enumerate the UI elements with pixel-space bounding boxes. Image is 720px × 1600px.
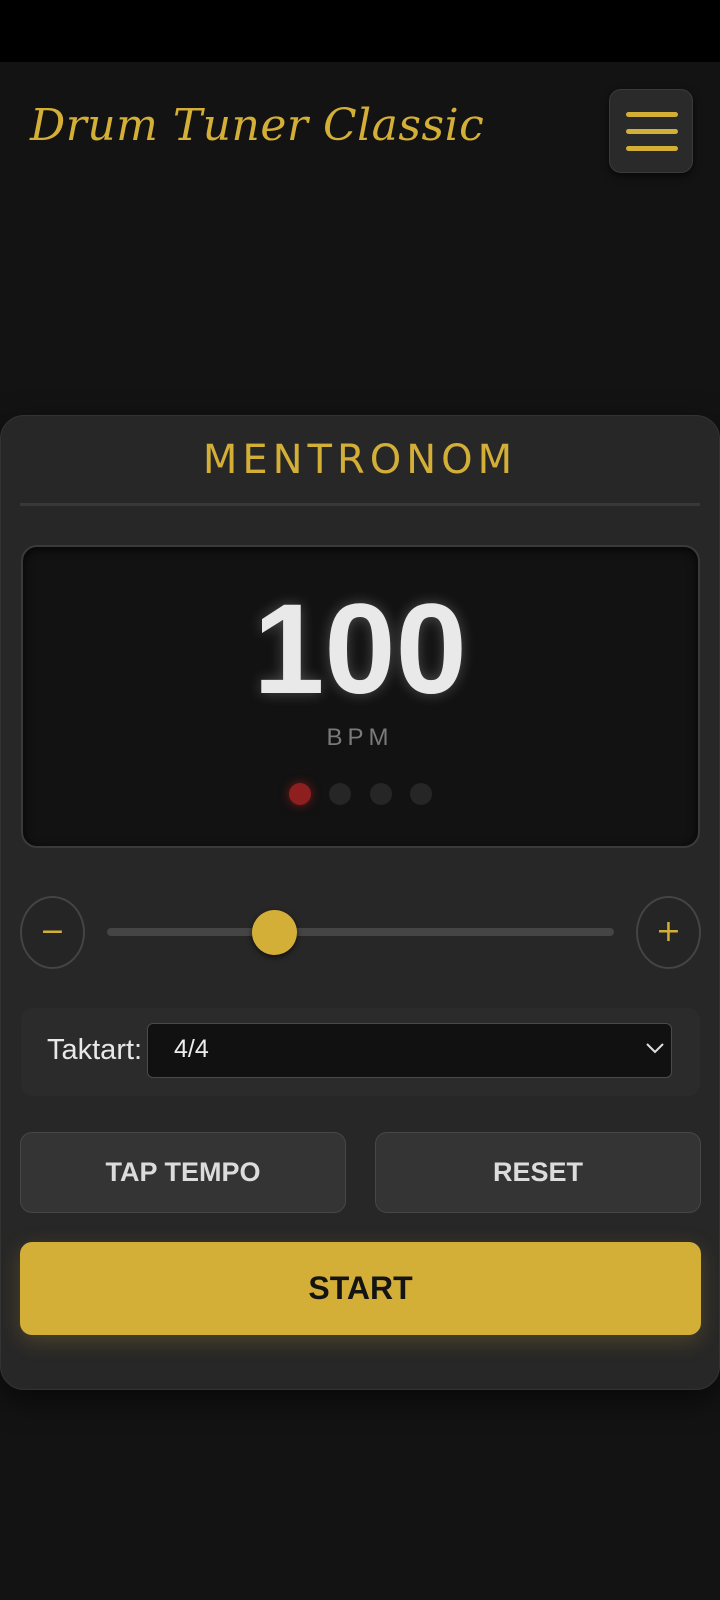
chevron-down-icon bbox=[646, 1043, 664, 1054]
time-signature-select[interactable] bbox=[147, 1023, 672, 1078]
status-bar bbox=[0, 0, 720, 62]
increase-tempo-button[interactable]: + bbox=[636, 896, 701, 969]
tap-tempo-button[interactable]: TAP TEMPO bbox=[20, 1132, 346, 1213]
beat-indicator-3 bbox=[370, 783, 392, 805]
beat-indicator-1 bbox=[289, 783, 311, 805]
tempo-slider-thumb[interactable] bbox=[251, 910, 297, 955]
beat-indicator-2 bbox=[329, 783, 351, 805]
reset-button[interactable]: RESET bbox=[375, 1132, 701, 1213]
title-divider bbox=[20, 503, 700, 506]
beat-indicator-4 bbox=[410, 783, 432, 805]
time-signature-value: 4/4 bbox=[174, 1035, 209, 1063]
decrease-tempo-button[interactable]: − bbox=[20, 896, 85, 969]
bpm-value: 100 bbox=[253, 578, 467, 721]
metronome-title: MENTRONOM bbox=[202, 437, 518, 483]
app-title: Drum Tuner Classic bbox=[30, 100, 485, 151]
tempo-slider-track[interactable] bbox=[107, 928, 614, 936]
start-button[interactable]: START bbox=[20, 1242, 701, 1335]
menu-bar-middle bbox=[626, 129, 678, 134]
menu-bar-bottom bbox=[626, 146, 678, 151]
bpm-unit-label: BPM bbox=[326, 724, 394, 751]
menu-button[interactable] bbox=[609, 89, 693, 173]
menu-bar-top bbox=[626, 112, 678, 117]
time-signature-label: Taktart: bbox=[47, 1034, 143, 1066]
